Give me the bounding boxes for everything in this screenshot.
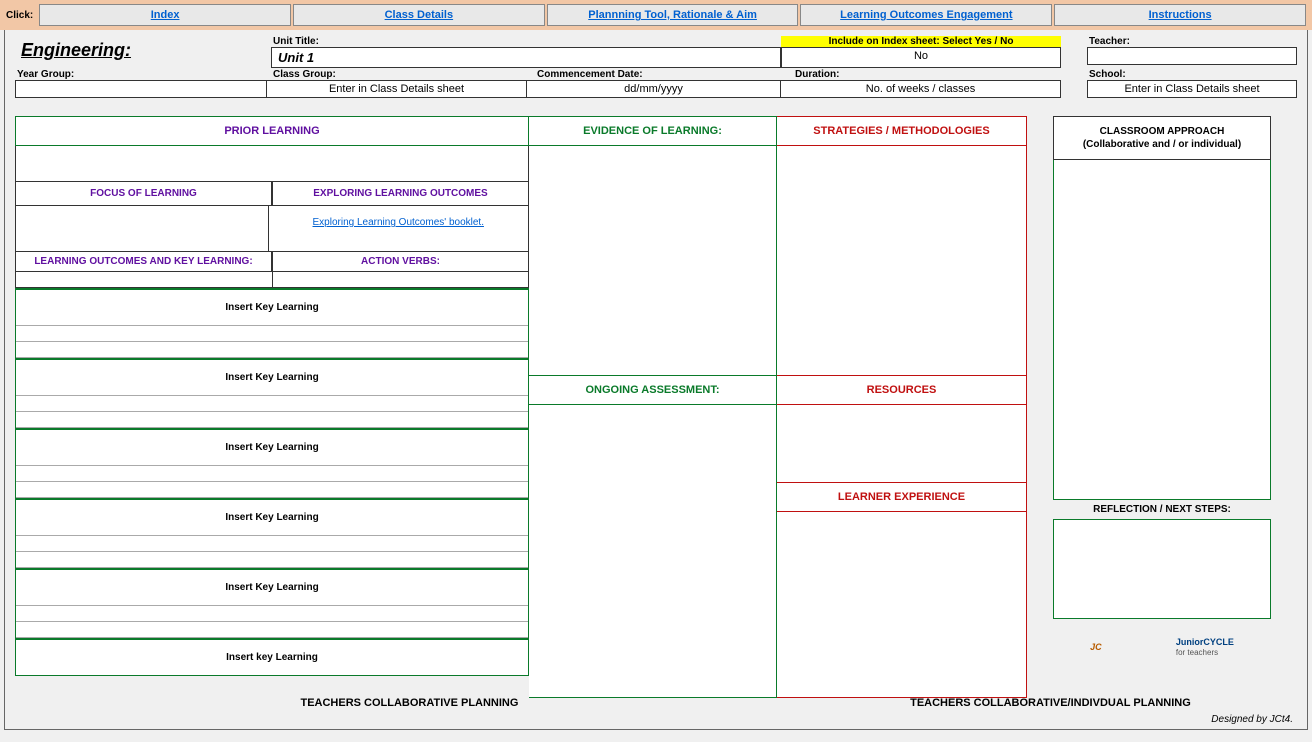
jct4-logo-icon: JC (1090, 642, 1102, 652)
lo-row-input[interactable] (15, 272, 273, 288)
classroom-approach-header: CLASSROOM APPROACH(Collaborative and / o… (1053, 116, 1271, 160)
prior-learning-header: PRIOR LEARNING (15, 116, 529, 146)
lo-key-learning-header: LEARNING OUTCOMES AND KEY LEARNING: (15, 252, 272, 272)
duration-input[interactable]: No. of weeks / classes (781, 80, 1061, 98)
ongoing-box[interactable] (529, 405, 777, 698)
action-verb-input[interactable] (273, 272, 530, 288)
worksheet-page: Engineering: Unit Title: Include on Inde… (4, 30, 1308, 730)
classroom-approach-box[interactable] (1053, 160, 1271, 500)
key-row[interactable] (16, 606, 528, 622)
key-row[interactable] (16, 622, 528, 638)
year-group-label: Year Group: (15, 69, 265, 80)
strategies-header: STRATEGIES / METHODOLOGIES (777, 116, 1027, 146)
key-learning-3[interactable]: Insert Key Learning (16, 428, 528, 466)
subject-title: Engineering: (15, 36, 265, 68)
click-label: Click: (6, 10, 33, 21)
left-column: PRIOR LEARNING FOCUS OF LEARNING EXPLORI… (15, 116, 529, 698)
resources-box[interactable] (777, 405, 1027, 483)
footer-indiv-label: TEACHERS COLLABORATIVE/INDIVDUAL PLANNIN… (804, 697, 1297, 709)
commencement-input[interactable]: dd/mm/yyyy (527, 80, 781, 98)
key-row[interactable] (16, 326, 528, 342)
footer-row: TEACHERS COLLABORATIVE PLANNING TEACHERS… (15, 697, 1297, 709)
key-learning-6[interactable]: Insert key Learning (16, 638, 528, 675)
teacher-label: Teacher: (1087, 36, 1297, 47)
key-learning-5[interactable]: Insert Key Learning (16, 568, 528, 606)
learner-exp-header: LEARNER EXPERIENCE (777, 483, 1027, 512)
prior-learning-box[interactable] (15, 146, 529, 182)
nav-planning-button[interactable]: Plannning Tool, Rationale & Aim (547, 4, 799, 26)
commencement-label: Commencement Date: (535, 69, 787, 80)
reflection-box[interactable] (1053, 519, 1271, 619)
year-group-input[interactable] (15, 80, 267, 98)
include-on-index-label: Include on Index sheet: Select Yes / No (781, 36, 1061, 47)
ongoing-header: ONGOING ASSESSMENT: (529, 376, 777, 405)
key-row[interactable] (16, 412, 528, 428)
key-row[interactable] (16, 536, 528, 552)
key-row[interactable] (16, 396, 528, 412)
top-nav-bar: Click: Index Class Details Plannning Too… (0, 0, 1312, 30)
include-on-index-select[interactable]: No (781, 47, 1061, 68)
duration-label: Duration: (793, 69, 1061, 80)
learner-exp-box[interactable] (777, 512, 1027, 698)
action-verbs-header: ACTION VERBS: (272, 252, 529, 272)
key-row[interactable] (16, 552, 528, 568)
school-input[interactable]: Enter in Class Details sheet (1087, 80, 1297, 98)
strategies-box[interactable] (777, 146, 1027, 376)
focus-of-learning-box[interactable] (15, 206, 269, 252)
key-learning-2[interactable]: Insert Key Learning (16, 358, 528, 396)
key-row[interactable] (16, 482, 528, 498)
nav-instructions-button[interactable]: Instructions (1054, 4, 1306, 26)
class-group-label: Class Group: (271, 69, 529, 80)
nav-loe-button[interactable]: Learning Outcomes Engagement (800, 4, 1052, 26)
key-row[interactable] (16, 342, 528, 358)
school-label: School: (1087, 69, 1297, 80)
teacher-input[interactable] (1087, 47, 1297, 65)
unit-title-input[interactable]: Unit 1 (271, 47, 781, 68)
far-right-column: CLASSROOM APPROACH(Collaborative and / o… (1053, 116, 1271, 698)
key-learning-1[interactable]: Insert Key Learning (16, 288, 528, 326)
mid-column: EVIDENCE OF LEARNING: ONGOING ASSESSMENT… (529, 116, 777, 698)
resources-header: RESOURCES (777, 376, 1027, 405)
class-group-input[interactable]: Enter in Class Details sheet (267, 80, 527, 98)
focus-of-learning-header: FOCUS OF LEARNING (15, 182, 272, 206)
exploring-lo-link[interactable]: Exploring Learning Outcomes' booklet. (313, 217, 484, 228)
reflection-header: REFLECTION / NEXT STEPS: (1053, 500, 1271, 519)
unit-title-label: Unit Title: (271, 36, 781, 47)
junior-cycle-logo-icon: JuniorCYCLE for teachers (1176, 637, 1234, 657)
exploring-lo-header: EXPLORING LEARNING OUTCOMES (272, 182, 529, 206)
right-column: STRATEGIES / METHODOLOGIES RESOURCES LEA… (777, 116, 1027, 698)
evidence-box[interactable] (529, 146, 777, 376)
nav-class-details-button[interactable]: Class Details (293, 4, 545, 26)
key-learning-4[interactable]: Insert Key Learning (16, 498, 528, 536)
logos-row: JC JuniorCYCLE for teachers (1053, 627, 1271, 667)
key-row[interactable] (16, 466, 528, 482)
evidence-header: EVIDENCE OF LEARNING: (529, 116, 777, 146)
nav-index-button[interactable]: Index (39, 4, 291, 26)
designed-by-label: Designed by JCt4. (1211, 714, 1293, 725)
footer-collab-label: TEACHERS COLLABORATIVE PLANNING (15, 697, 804, 709)
